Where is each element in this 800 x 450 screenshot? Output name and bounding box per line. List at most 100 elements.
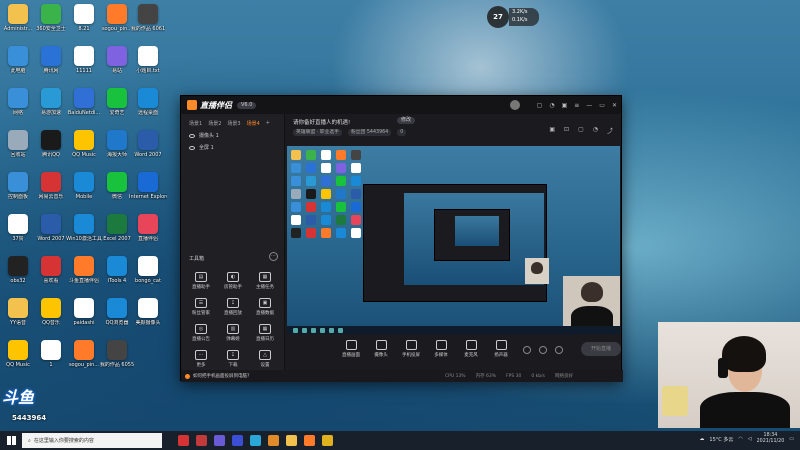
desktop-icon[interactable]: 腾讯QQ bbox=[33, 130, 69, 158]
source-item[interactable]: 摄像头 1 bbox=[181, 127, 284, 139]
bell-icon[interactable]: ◔ bbox=[549, 102, 554, 109]
clock[interactable]: 18:34 2021/11/20 bbox=[757, 433, 785, 445]
maximize-icon[interactable]: ▭ bbox=[599, 102, 605, 109]
app-icon-6[interactable] bbox=[268, 435, 279, 446]
desktop-icon[interactable]: sogou_pin... bbox=[66, 340, 102, 368]
menu-icon[interactable]: ≡ bbox=[574, 102, 579, 109]
app-icon-4[interactable] bbox=[232, 435, 243, 446]
avatar[interactable] bbox=[509, 100, 520, 110]
tool-item[interactable]: ☰ 粉丝管家 bbox=[185, 298, 217, 316]
taskbar-search[interactable]: ⌕ 在这里输入你要搜索的内容 bbox=[22, 433, 162, 448]
notification-icon[interactable]: ◔ bbox=[593, 126, 598, 135]
gift-icon[interactable]: ▣ bbox=[562, 102, 568, 109]
desktop-icon[interactable]: Administr... bbox=[0, 4, 36, 32]
desktop-icon[interactable]: paidashi bbox=[66, 298, 102, 326]
desktop-icon[interactable]: 美颜摄像头 bbox=[130, 298, 166, 326]
tool-item[interactable]: ▦ 直播日历 bbox=[249, 324, 281, 342]
tool-item[interactable]: △ 设置 bbox=[249, 350, 281, 368]
app-icon-7[interactable] bbox=[286, 435, 297, 446]
tool-item[interactable]: ▦ 主播任务 bbox=[249, 272, 281, 290]
tool-item[interactable]: ◐ 房管助手 bbox=[217, 272, 249, 290]
screenshot-icon[interactable]: ▣ bbox=[549, 126, 555, 135]
desktop-icon[interactable]: 小题目.txt bbox=[130, 46, 166, 74]
scene-tab[interactable]: 场景4 bbox=[247, 120, 260, 127]
desktop-icon[interactable]: 我的作品 6055 bbox=[99, 340, 135, 368]
share-icon[interactable]: ⤴ bbox=[607, 126, 613, 135]
minimize-icon[interactable]: — bbox=[586, 102, 592, 109]
desktop-icon[interactable]: 8.21 bbox=[66, 4, 102, 32]
close-icon[interactable]: ✕ bbox=[612, 102, 617, 109]
notifications-icon[interactable]: ▭ bbox=[789, 436, 794, 442]
app-icon-1[interactable] bbox=[178, 435, 189, 446]
start-button[interactable] bbox=[0, 431, 22, 450]
tool-item[interactable]: ⋯ 更多 bbox=[185, 350, 217, 368]
eye-icon[interactable] bbox=[189, 145, 195, 150]
desktop-icon[interactable]: 37赞 bbox=[0, 214, 36, 242]
desktop-icon[interactable]: 360安全卫士 bbox=[33, 4, 69, 32]
desktop-icon[interactable]: Word 2007 bbox=[130, 130, 166, 158]
desktop-icon[interactable]: 我的作品 6061 bbox=[130, 4, 166, 32]
desktop-icon[interactable]: 1 bbox=[33, 340, 69, 368]
desktop-icon[interactable]: Internet Explorer bbox=[129, 172, 167, 200]
source-button[interactable]: 手机投屏 bbox=[399, 340, 423, 358]
desktop-icon[interactable]: 网络 bbox=[0, 88, 36, 116]
desktop-icon[interactable]: bongo_cat bbox=[130, 256, 166, 284]
desktop-icon[interactable]: 腾讯网 bbox=[33, 46, 69, 74]
tool-item[interactable]: ↧ 下载 bbox=[217, 350, 249, 368]
tool-item[interactable]: ↧ 直播回放 bbox=[217, 298, 249, 316]
tool-item[interactable]: ▥ 弹幕姬 bbox=[217, 324, 249, 342]
volume-icon[interactable]: ◁ bbox=[748, 436, 752, 442]
add-scene-icon[interactable]: + bbox=[266, 120, 270, 127]
tool-item[interactable]: ▤ 直播助手 bbox=[185, 272, 217, 290]
record-icon[interactable] bbox=[523, 346, 531, 354]
lock-icon[interactable]: ⊡ bbox=[564, 126, 569, 135]
more-icon[interactable]: ⋯ bbox=[269, 252, 278, 261]
eye-icon[interactable] bbox=[189, 133, 195, 138]
desktop-icon[interactable]: 控制面板 bbox=[0, 172, 36, 200]
desktop-icon[interactable]: Mobile bbox=[66, 172, 102, 200]
desktop-icon[interactable]: 网易云音乐 bbox=[33, 172, 69, 200]
desktop-icon[interactable]: 回收站 bbox=[0, 130, 36, 158]
desktop-icon[interactable]: obs32 bbox=[0, 256, 36, 284]
tip-bar[interactable]: 如何把手机画面投屏到电脑? bbox=[181, 370, 285, 382]
desktop-icon[interactable]: 直播伴侣 bbox=[130, 214, 166, 242]
desktop-icon[interactable]: 斗鱼直播伴侣 bbox=[66, 256, 102, 284]
source-button[interactable]: 直播画面 bbox=[339, 340, 363, 358]
app-icon-8[interactable] bbox=[304, 435, 315, 446]
scene-tab[interactable]: 场景2 bbox=[208, 120, 221, 127]
source-item[interactable]: 全屏 1 bbox=[181, 139, 284, 151]
desktop-icon[interactable]: Win10激活工具 bbox=[66, 214, 102, 242]
network-monitor-widget[interactable]: 27 3.2K/s 0.1K/s bbox=[487, 6, 541, 28]
desktop-icon[interactable]: Word 2007 bbox=[33, 214, 69, 242]
desktop-icon[interactable]: 此电脑 bbox=[0, 46, 36, 74]
edit-title-button[interactable]: 修改 bbox=[397, 117, 416, 124]
desktop-icon[interactable]: 远程桌面 bbox=[130, 88, 166, 116]
weather-icon[interactable]: ☁ bbox=[699, 436, 704, 442]
desktop-icon[interactable]: 11111 bbox=[66, 46, 102, 74]
settings-icon[interactable] bbox=[555, 346, 563, 354]
chat-icon[interactable]: ▢ bbox=[537, 102, 543, 109]
pause-icon[interactable] bbox=[539, 346, 547, 354]
desktop-icon[interactable]: YY语音 bbox=[0, 298, 36, 326]
app-icon-5[interactable] bbox=[250, 435, 261, 446]
desktop-icon[interactable]: 易游加速 bbox=[33, 88, 69, 116]
desktop-icon[interactable]: QQ Music bbox=[0, 340, 36, 368]
source-button[interactable]: 扬声器 bbox=[489, 340, 513, 358]
app-icon-2[interactable] bbox=[196, 435, 207, 446]
wifi-icon[interactable]: ◠ bbox=[738, 436, 742, 442]
desktop-icon[interactable]: BaiduNetdi... bbox=[66, 88, 102, 116]
desktop-icon[interactable]: 喜欢看 bbox=[33, 256, 69, 284]
tool-item[interactable]: ▣ 直播数据 bbox=[249, 298, 281, 316]
source-button[interactable]: 多媒体 bbox=[429, 340, 453, 358]
window-icon[interactable]: ▢ bbox=[578, 126, 584, 135]
desktop-icon[interactable]: QQ Music bbox=[66, 130, 102, 158]
app-icon-3[interactable] bbox=[214, 435, 225, 446]
scene-tab[interactable]: 场景3 bbox=[227, 120, 240, 127]
desktop-icon[interactable]: QQ音乐 bbox=[33, 298, 69, 326]
start-live-button[interactable]: 开始直播 bbox=[581, 342, 621, 356]
scene-tab[interactable]: 场景1 bbox=[189, 120, 202, 127]
source-button[interactable]: 摄像头 bbox=[369, 340, 393, 358]
stream-preview[interactable] bbox=[287, 146, 620, 334]
tool-item[interactable]: ◎ 直播公告 bbox=[185, 324, 217, 342]
app-icon-9[interactable] bbox=[322, 435, 333, 446]
